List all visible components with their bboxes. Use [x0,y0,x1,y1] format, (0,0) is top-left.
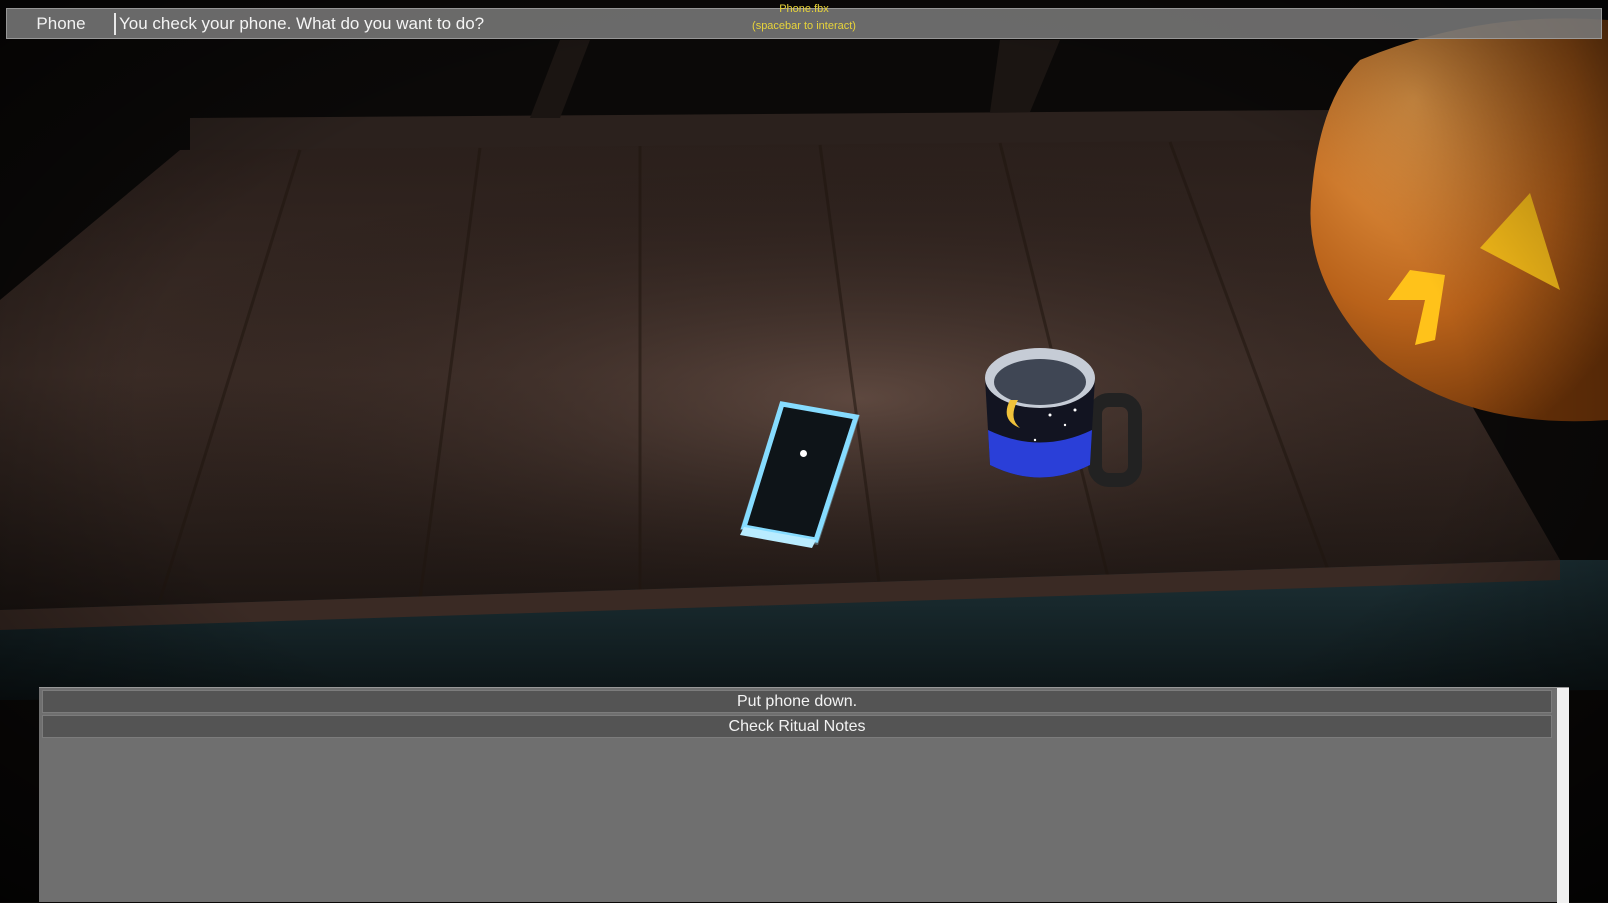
choice-scrollbar[interactable] [1557,688,1569,903]
choice-put-phone-down-button[interactable]: Put phone down. [42,690,1552,713]
speaker-name: Phone [36,14,86,33]
choice-check-ritual-notes-button[interactable]: Check Ritual Notes [42,715,1552,738]
hint-instruction: (spacebar to interact) [752,20,856,32]
hint-object-name: Phone.fbx [779,3,829,15]
interaction-hint: Phone.fbx (spacebar to interact) [704,1,904,35]
speaker-divider [114,13,116,35]
choice-panel: Put phone down. Check Ritual Notes [39,687,1569,903]
dialogue-text: You check your phone. What do you want t… [119,14,485,33]
crosshair-icon [800,450,807,457]
